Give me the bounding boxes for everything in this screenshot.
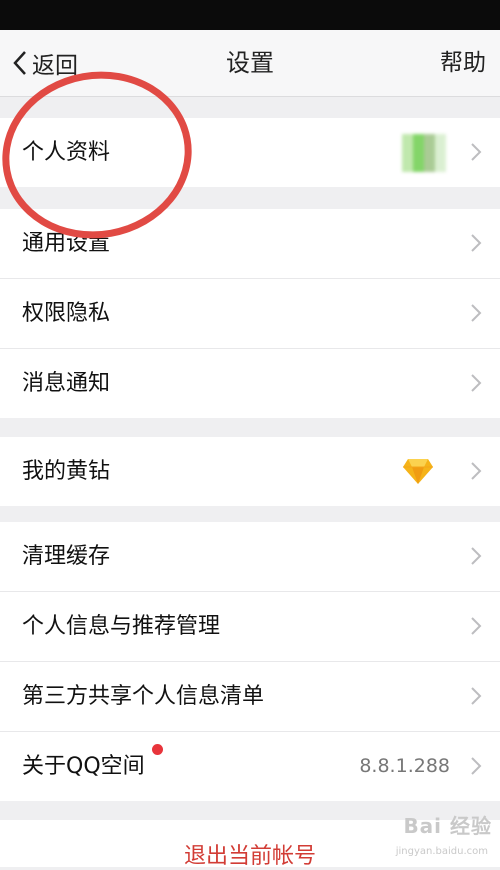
settings-group-profile: 个人资料 bbox=[0, 118, 500, 187]
chevron-right-icon bbox=[471, 143, 482, 161]
settings-item-label: 个人资料 bbox=[22, 140, 111, 165]
settings-item-general[interactable]: 通用设置 bbox=[0, 209, 500, 279]
chevron-right-icon bbox=[471, 617, 482, 635]
settings-item-label: 个人信息与推荐管理 bbox=[22, 614, 221, 639]
settings-item-label: 消息通知 bbox=[22, 371, 111, 396]
avatar bbox=[402, 134, 446, 172]
settings-item-label: 我的黄钻 bbox=[22, 459, 111, 484]
settings-item-profile[interactable]: 个人资料 bbox=[0, 118, 500, 187]
watermark-logo: Bai 经验 bbox=[403, 814, 492, 838]
settings-group-general: 通用设置 权限隐私 消息通知 bbox=[0, 209, 500, 418]
chevron-right-icon bbox=[471, 304, 482, 322]
settings-item-privacy[interactable]: 权限隐私 bbox=[0, 279, 500, 349]
back-button[interactable]: 返回 bbox=[12, 30, 78, 96]
version-value: 8.8.1.288 bbox=[359, 755, 450, 777]
chevron-right-icon bbox=[471, 462, 482, 480]
back-label: 返回 bbox=[32, 53, 78, 79]
help-button[interactable]: 帮助 bbox=[440, 30, 486, 96]
settings-group-vip: 我的黄钻 bbox=[0, 437, 500, 506]
chevron-right-icon bbox=[471, 547, 482, 565]
chevron-left-icon bbox=[13, 51, 26, 75]
settings-group-misc: 清理缓存 个人信息与推荐管理 第三方共享个人信息清单 关于QQ空间 8.8.1.… bbox=[0, 522, 500, 801]
settings-item-notifications[interactable]: 消息通知 bbox=[0, 349, 500, 418]
settings-item-label: 关于QQ空间 bbox=[22, 754, 145, 779]
settings-item-label: 通用设置 bbox=[22, 231, 111, 256]
settings-item-yellow-diamond[interactable]: 我的黄钻 bbox=[0, 437, 500, 506]
yellow-diamond-icon bbox=[403, 459, 433, 484]
settings-item-personal-info[interactable]: 个人信息与推荐管理 bbox=[0, 592, 500, 662]
settings-item-clear-cache[interactable]: 清理缓存 bbox=[0, 522, 500, 592]
new-badge-dot bbox=[152, 744, 163, 755]
chevron-right-icon bbox=[471, 687, 482, 705]
chevron-right-icon bbox=[471, 234, 482, 252]
settings-item-label: 清理缓存 bbox=[22, 544, 111, 569]
nav-bar: 返回 设置 帮助 bbox=[0, 30, 500, 97]
chevron-right-icon bbox=[471, 757, 482, 775]
settings-item-third-party[interactable]: 第三方共享个人信息清单 bbox=[0, 662, 500, 732]
settings-item-label: 权限隐私 bbox=[22, 301, 111, 326]
chevron-right-icon bbox=[471, 374, 482, 392]
watermark-url: jingyan.baidu.com bbox=[395, 846, 488, 857]
settings-item-label: 第三方共享个人信息清单 bbox=[22, 684, 265, 709]
settings-item-about[interactable]: 关于QQ空间 8.8.1.288 bbox=[0, 732, 500, 801]
status-bar bbox=[0, 0, 500, 30]
